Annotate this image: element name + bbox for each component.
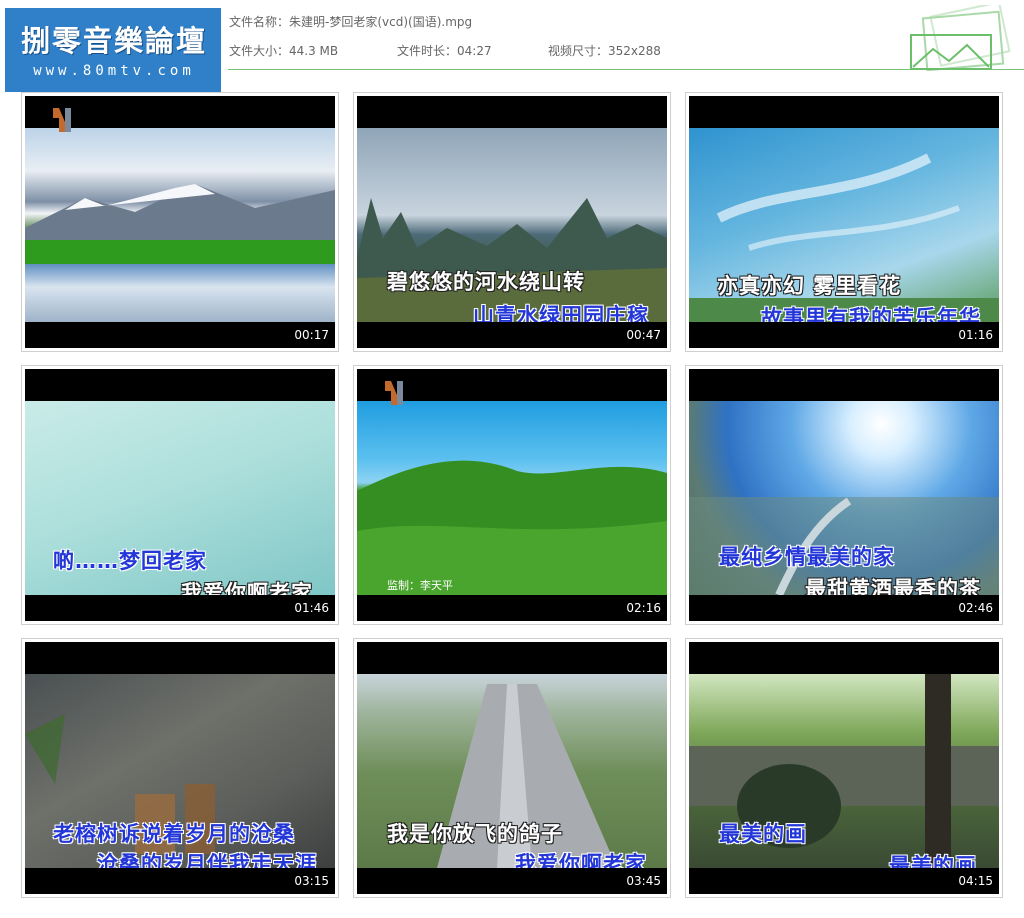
timestamp: 02:16	[626, 601, 661, 615]
subtitle-line-1: 碧悠悠的河水绕山转	[387, 270, 585, 294]
logo-url: www.80mtv.com	[33, 63, 195, 79]
filesize-row: 文件大小：44.3 MB	[229, 42, 338, 59]
video-thumbnail[interactable]: 监制：李天平 02:16	[353, 365, 671, 625]
filesize-label: 文件大小：	[229, 44, 290, 58]
duration-row: 文件时长：04:27	[397, 42, 492, 59]
subtitle-line-2: 最美的画	[889, 854, 977, 868]
filesize-value: 44.3 MB	[289, 44, 339, 58]
subtitle-line-2: 故事里有我的苦乐年华	[761, 306, 981, 322]
scene-sunny-town: 最纯乡情最美的家 最甜黄酒最香的茶	[689, 401, 999, 595]
logo-title: 捌零音樂論壇	[20, 24, 207, 58]
subtitle-line-1: 亦真亦幻 雾里看花	[717, 274, 902, 298]
video-thumbnail[interactable]: 最美的画 最美的画 04:15	[685, 638, 1003, 898]
video-thumbnail[interactable]: 啲……梦回老家 我爱你啊老家 01:46	[21, 365, 339, 625]
timestamp: 01:46	[294, 601, 329, 615]
video-thumbnail[interactable]: 00:17	[21, 92, 339, 352]
scene-blue-sky-clouds: 亦真亦幻 雾里看花 故事里有我的苦乐年华	[689, 128, 999, 322]
subtitle-line-2: 我爱你啊老家	[181, 581, 313, 595]
scene-pale-sky: 啲……梦回老家 我爱你啊老家	[25, 401, 335, 595]
dimensions-row: 视频尺寸：352x288	[548, 42, 661, 59]
subtitle-line-1: 啲……梦回老家	[53, 549, 207, 573]
subtitle-line-1: 最美的画	[719, 822, 807, 846]
subtitle-line-1: 我是你放飞的鸽子	[387, 822, 563, 846]
picture-stack-icon	[910, 5, 1011, 71]
scene-stone-bridge-trees: 最美的画 最美的画	[689, 674, 999, 868]
video-thumbnail[interactable]: 亦真亦幻 雾里看花 故事里有我的苦乐年华 01:16	[685, 92, 1003, 352]
duration-value: 04:27	[457, 44, 492, 58]
scene-karst-hills: 碧悠悠的河水绕山转 山青水绿田园庄稼	[357, 128, 667, 322]
duration-label: 文件时长：	[397, 44, 458, 58]
dimensions-value: 352x288	[608, 44, 661, 58]
timestamp: 00:47	[626, 328, 661, 342]
video-thumbnail[interactable]: 老榕树诉说着岁月的沧桑 沧桑的岁月伴我走天涯 03:15	[21, 638, 339, 898]
timestamp: 04:15	[958, 874, 993, 888]
timestamp: 01:16	[958, 328, 993, 342]
dimensions-label: 视频尺寸：	[548, 44, 609, 58]
scene-green-grassland: 监制：李天平	[357, 401, 667, 595]
subtitle-line-1: 最纯乡情最美的家	[719, 545, 895, 569]
channel-logo-icon	[53, 108, 71, 132]
timestamp: 02:46	[958, 601, 993, 615]
subtitle-line-2: 我爱你啊老家	[515, 852, 647, 868]
scene-wood-wall: 老榕树诉说着岁月的沧桑 沧桑的岁月伴我走天涯	[25, 674, 335, 868]
filename-row: 文件名称：朱建明-梦回老家(vcd)(国语).mpg	[229, 13, 472, 30]
subtitle-line-1: 老榕树诉说着岁月的沧桑	[53, 822, 295, 846]
forum-logo: 捌零音樂論壇 www.80mtv.com	[5, 8, 221, 92]
scene-aerial-road: 我是你放飞的鸽子 我爱你啊老家	[357, 674, 667, 868]
subtitle-line-2: 沧桑的岁月伴我走天涯	[97, 852, 317, 868]
timestamp: 03:15	[294, 874, 329, 888]
subtitle-line-2: 最甜黄酒最香的茶	[805, 577, 981, 595]
video-thumbnail[interactable]: 碧悠悠的河水绕山转 山青水绿田园庄稼 00:47	[353, 92, 671, 352]
timestamp: 03:45	[626, 874, 661, 888]
filename-value: 朱建明-梦回老家(vcd)(国语).mpg	[289, 15, 473, 29]
scene-snow-mountain-lake	[25, 128, 335, 322]
credit-text: 监制：李天平	[387, 579, 453, 592]
channel-logo-icon	[385, 381, 403, 405]
subtitle-line-2: 山青水绿田园庄稼	[473, 304, 649, 322]
video-thumbnail[interactable]: 最纯乡情最美的家 最甜黄酒最香的茶 02:46	[685, 365, 1003, 625]
video-thumbnail[interactable]: 我是你放飞的鸽子 我爱你啊老家 03:45	[353, 638, 671, 898]
filename-label: 文件名称：	[229, 15, 290, 29]
timestamp: 00:17	[294, 328, 329, 342]
